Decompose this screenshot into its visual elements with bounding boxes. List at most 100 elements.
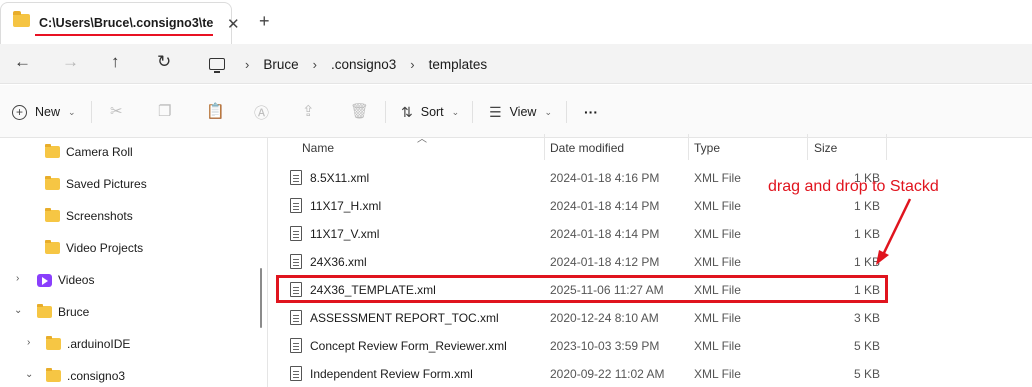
sort-button-label: Sort xyxy=(420,105,444,119)
new-tab-button[interactable]: + xyxy=(259,11,270,32)
column-header-row: ︿ Name Date modified Type Size xyxy=(269,134,1032,160)
column-divider[interactable] xyxy=(544,134,545,160)
sidebar-item-label: .arduinoIDE xyxy=(67,337,131,351)
xml-file-icon xyxy=(290,254,302,269)
plus-icon: + xyxy=(12,104,27,120)
view-icon: ☰ xyxy=(489,103,502,120)
file-type: XML File xyxy=(694,311,741,325)
file-name: 11X17_V.xml xyxy=(310,227,380,241)
cut-icon[interactable]: ✂ xyxy=(110,102,123,120)
divider xyxy=(91,101,92,123)
close-tab-icon[interactable]: ✕ xyxy=(227,15,240,33)
file-date: 2020-09-22 11:02 AM xyxy=(550,367,665,381)
chevron-down-icon: ⌄ xyxy=(68,106,76,117)
sidebar-item-consigno3[interactable]: .consigno3 xyxy=(46,362,296,387)
xml-file-icon xyxy=(290,198,302,213)
tab-current[interactable]: C:\Users\Bruce\.consigno3\te ✕ xyxy=(0,2,240,44)
file-date: 2023-10-03 3:59 PM xyxy=(550,339,660,353)
file-type: XML File xyxy=(694,339,741,353)
sidebar-item-videos[interactable]: Videos xyxy=(37,266,287,294)
column-header-date[interactable]: Date modified xyxy=(550,141,624,155)
column-divider[interactable] xyxy=(807,134,808,160)
breadcrumb-item[interactable]: templates xyxy=(429,57,488,72)
breadcrumb: › Bruce › .consigno3 › templates xyxy=(198,44,487,84)
chevron-right-icon[interactable]: › xyxy=(410,57,414,72)
breadcrumb-item[interactable]: Bruce xyxy=(263,57,298,72)
folder-icon xyxy=(46,368,61,382)
xml-file-icon xyxy=(290,338,302,353)
folder-icon xyxy=(37,304,52,318)
sort-button[interactable]: ⇅ Sort ⌄ xyxy=(401,103,459,121)
file-size: 3 KB xyxy=(853,311,880,325)
up-button[interactable]: ↑ xyxy=(111,52,120,72)
sidebar-item-label: Camera Roll xyxy=(66,145,133,159)
sidebar-item-bruce[interactable]: Bruce xyxy=(37,298,287,326)
chevron-down-icon[interactable]: ⌄ xyxy=(25,369,33,380)
xml-file-icon xyxy=(290,170,302,185)
chevron-right-icon[interactable]: › xyxy=(313,57,317,72)
column-header-name[interactable]: Name xyxy=(302,141,334,155)
sidebar-item-label: Bruce xyxy=(58,305,90,319)
breadcrumb-item[interactable]: .consigno3 xyxy=(331,57,396,72)
file-type: XML File xyxy=(694,367,741,381)
column-divider[interactable] xyxy=(886,134,887,160)
view-button[interactable]: ☰ View ⌄ xyxy=(489,103,552,121)
refresh-button[interactable]: ↻ xyxy=(157,52,171,72)
sidebar-item-label: Screenshots xyxy=(66,209,133,223)
new-button[interactable]: + New ⌄ xyxy=(12,103,76,121)
file-type: XML File xyxy=(694,171,741,185)
column-divider[interactable] xyxy=(688,134,689,160)
this-pc-icon[interactable] xyxy=(209,58,225,73)
chevron-right-icon[interactable]: › xyxy=(16,273,19,284)
column-header-type[interactable]: Type xyxy=(694,141,720,155)
chevron-down-icon: ⌄ xyxy=(451,106,460,117)
file-date: 2024-01-18 4:14 PM xyxy=(550,199,660,213)
file-date: 2020-12-24 8:10 AM xyxy=(550,311,659,325)
divider xyxy=(385,101,386,123)
sidebar-item-video-projects[interactable]: Video Projects xyxy=(45,234,295,262)
folder-icon xyxy=(46,336,61,350)
command-bar: + New ⌄ ✂ ❐ 📋 Ⓐ ⇪ 🗑 ⇅ Sort ⌄ ☰ View ⌄ ··… xyxy=(0,85,1032,138)
file-row[interactable]: Concept Review Form_Reviewer.xml 2023-10… xyxy=(269,333,1032,361)
divider xyxy=(566,101,567,123)
paste-icon[interactable]: 📋 xyxy=(206,102,225,120)
navigation-pane: Camera Roll Saved Pictures Screenshots V… xyxy=(0,138,268,387)
sidebar-item-screenshots[interactable]: Screenshots xyxy=(45,202,295,230)
file-name: Concept Review Form_Reviewer.xml xyxy=(310,339,507,353)
sidebar-scrollbar[interactable] xyxy=(260,268,262,328)
title-bar: C:\Users\Bruce\.consigno3\te ✕ + xyxy=(0,0,1032,44)
videos-icon xyxy=(37,273,52,287)
more-options-button[interactable]: ··· xyxy=(584,103,598,121)
chevron-right-icon[interactable]: › xyxy=(27,337,30,348)
rename-icon[interactable]: Ⓐ xyxy=(254,102,269,123)
file-name: 8.5X11.xml xyxy=(310,171,370,185)
file-row[interactable]: Independent Review Form.xml 2020-09-22 1… xyxy=(269,361,1032,387)
folder-icon xyxy=(45,240,60,254)
folder-icon xyxy=(45,176,60,190)
sort-icon: ⇅ xyxy=(401,103,413,120)
sidebar-item-camera-roll[interactable]: Camera Roll xyxy=(45,138,295,166)
column-header-size[interactable]: Size xyxy=(814,141,837,155)
file-name: 11X17_H.xml xyxy=(310,199,382,213)
delete-icon[interactable]: 🗑 xyxy=(350,102,369,120)
forward-button[interactable]: → xyxy=(62,52,79,72)
file-name: 24X36.xml xyxy=(310,255,367,269)
back-button[interactable]: ← xyxy=(14,52,31,72)
file-size: 5 KB xyxy=(853,367,880,381)
chevron-down-icon[interactable]: ⌄ xyxy=(14,305,22,316)
folder-icon xyxy=(45,144,60,158)
sidebar-item-saved-pictures[interactable]: Saved Pictures xyxy=(45,170,295,198)
file-date: 2024-01-18 4:12 PM xyxy=(550,255,660,269)
copy-icon[interactable]: ❐ xyxy=(158,102,171,120)
sidebar-item-label: Saved Pictures xyxy=(66,177,147,191)
file-type: XML File xyxy=(694,227,741,241)
sidebar-item-arduinoide[interactable]: .arduinoIDE xyxy=(46,330,296,358)
sidebar-item-label: Videos xyxy=(58,273,95,287)
chevron-right-icon[interactable]: › xyxy=(245,57,249,72)
file-row[interactable]: ASSESSMENT REPORT_TOC.xml 2020-12-24 8:1… xyxy=(269,305,1032,333)
annotation-text: drag and drop to Stackd xyxy=(768,178,939,195)
xml-file-icon xyxy=(290,366,302,381)
file-name: Independent Review Form.xml xyxy=(310,367,473,381)
share-icon[interactable]: ⇪ xyxy=(302,102,315,120)
view-button-label: View xyxy=(509,105,537,119)
